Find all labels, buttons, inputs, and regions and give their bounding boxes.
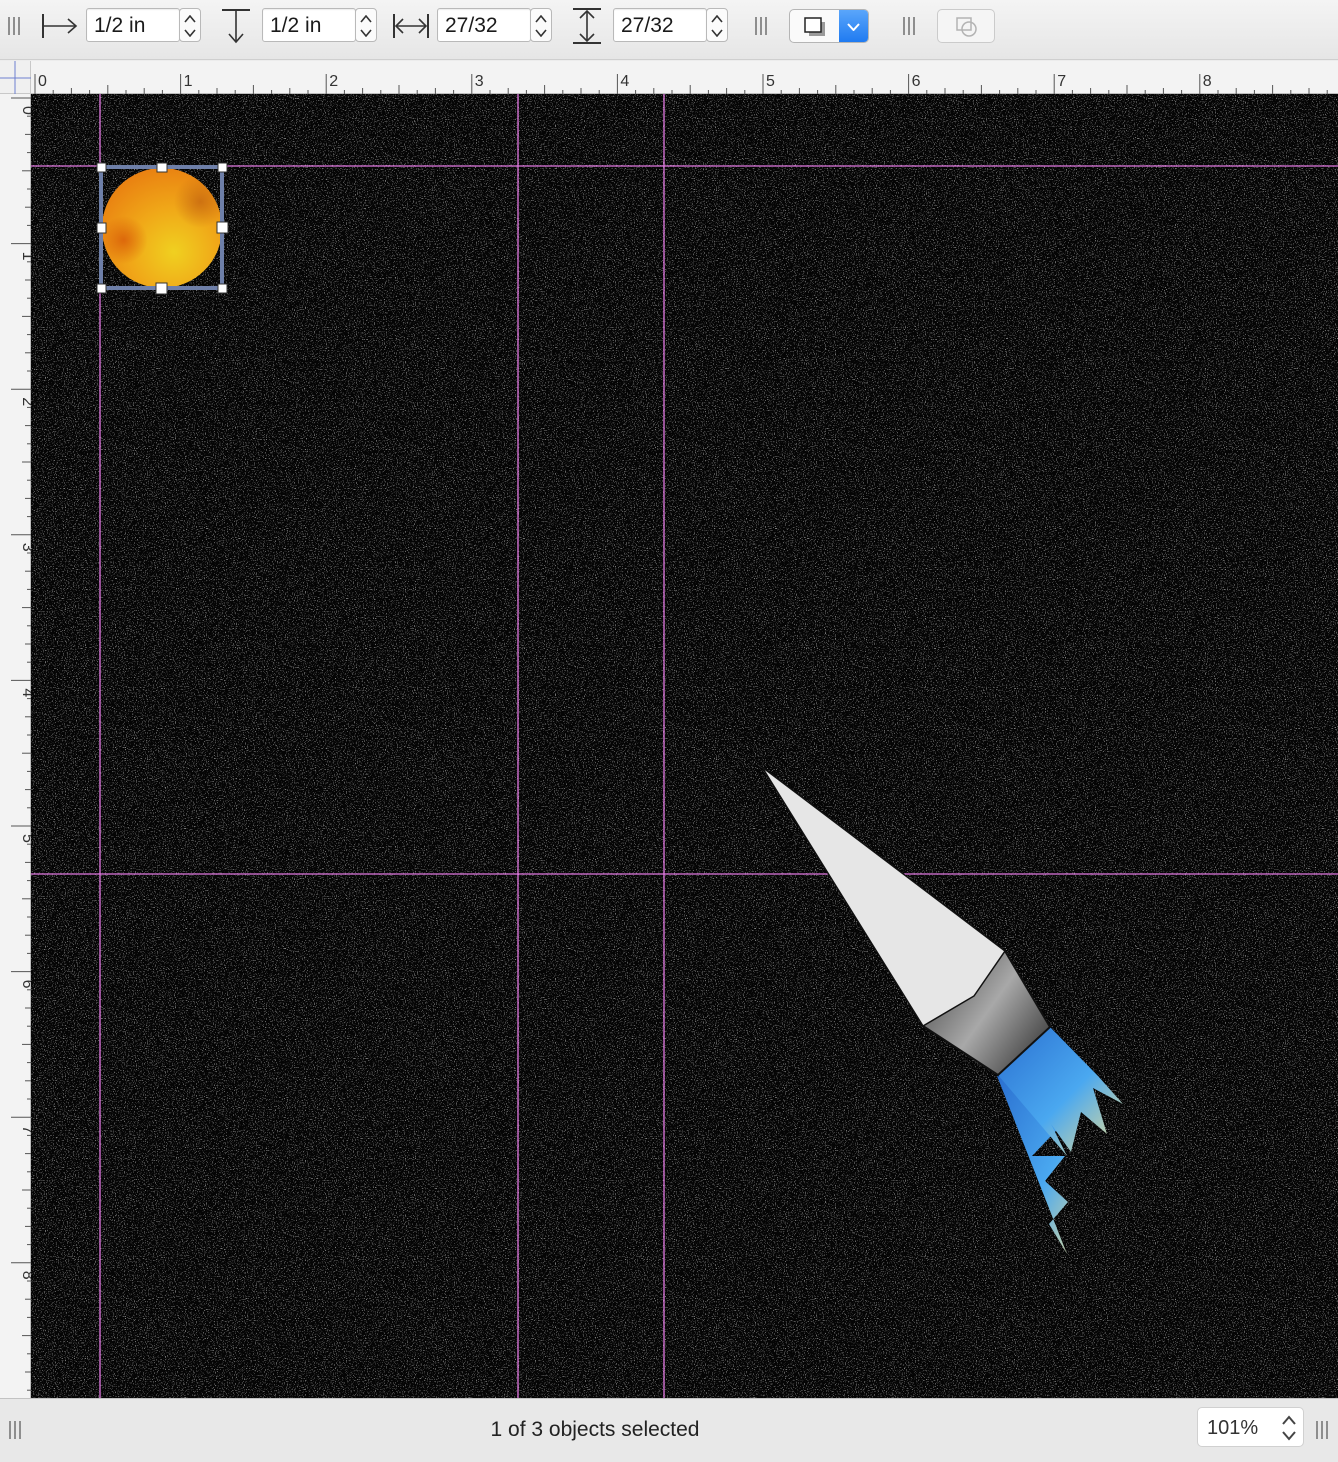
zoom-value: 101%	[1207, 1417, 1259, 1439]
toolbar-grip-handle[interactable]	[755, 17, 767, 35]
horizontal-ruler-ticks: 0 1 2 3 4 5 6 7 8	[34, 73, 1328, 94]
height-icon	[567, 6, 607, 46]
vertical-ruler-ticks: 0 1 2 3 4 5 6 7 8	[11, 97, 36, 1391]
ruler-label: 8	[1203, 73, 1212, 90]
sun[interactable]	[102, 168, 222, 288]
toolbar-grip-handle[interactable]	[903, 17, 915, 35]
zoom-stepper-icon[interactable]	[1281, 1414, 1297, 1442]
ruler-label: 0	[19, 106, 31, 115]
ruler-label: 5	[766, 73, 775, 90]
ruler-label: 0	[38, 73, 47, 90]
drawing-app-window: 1/2 in 1/2 in 27/32 27/32 0 1 2 3 4 5 6 …	[0, 0, 1338, 1462]
ruler-label: 3	[19, 543, 31, 552]
ruler-label: 6	[19, 980, 31, 989]
drawing-canvas[interactable]	[31, 94, 1338, 1398]
ruler-label: 1	[19, 252, 31, 261]
ruler-label: 2	[329, 73, 338, 90]
zoom-control[interactable]: 101%	[1197, 1407, 1304, 1447]
selection-status-text: 1 of 3 objects selected	[490, 1418, 700, 1441]
ruler-label: 4	[620, 73, 629, 90]
statusbar-grip-handle[interactable]	[1316, 1421, 1328, 1439]
y-position-field[interactable]: 1/2 in	[262, 8, 356, 42]
vertical-ruler[interactable]: 0 1 2 3 4 5 6 7 8	[0, 94, 36, 1398]
toolbar-grip-handle[interactable]	[8, 17, 20, 35]
toolbar: 1/2 in 1/2 in 27/32 27/32	[0, 0, 1338, 60]
combine-shapes-icon	[956, 17, 977, 37]
shadow-style-popup[interactable]	[789, 9, 869, 43]
ruler-label: 4	[19, 688, 31, 697]
width-stepper[interactable]	[530, 8, 552, 42]
x-position-icon	[40, 6, 80, 46]
chevron-down-icon[interactable]	[839, 10, 868, 42]
x-position-field[interactable]: 1/2 in	[86, 8, 180, 42]
ruler-label: 3	[475, 73, 484, 90]
width-field[interactable]: 27/32	[437, 8, 531, 42]
y-position-icon	[216, 6, 256, 46]
ruler-label: 8	[19, 1271, 31, 1280]
x-position-stepper[interactable]	[179, 8, 201, 42]
height-stepper[interactable]	[706, 8, 728, 42]
horizontal-ruler[interactable]: 0 1 2 3 4 5 6 7 8	[31, 61, 1338, 94]
ruler-label: 5	[19, 834, 31, 843]
width-icon	[391, 6, 431, 46]
ruler-label: 7	[19, 1125, 31, 1134]
ruler-label: 2	[19, 397, 31, 406]
height-field[interactable]: 27/32	[613, 8, 707, 42]
status-bar: 1 of 3 objects selected 101%	[0, 1398, 1338, 1462]
shadow-style-icon	[804, 17, 825, 36]
ruler-label: 1	[184, 73, 193, 90]
combine-shapes-button[interactable]	[937, 9, 995, 43]
ruler-corner[interactable]	[0, 61, 31, 94]
y-position-stepper[interactable]	[355, 8, 377, 42]
ruler-label: 6	[912, 73, 921, 90]
ruler-label: 7	[1057, 73, 1066, 90]
